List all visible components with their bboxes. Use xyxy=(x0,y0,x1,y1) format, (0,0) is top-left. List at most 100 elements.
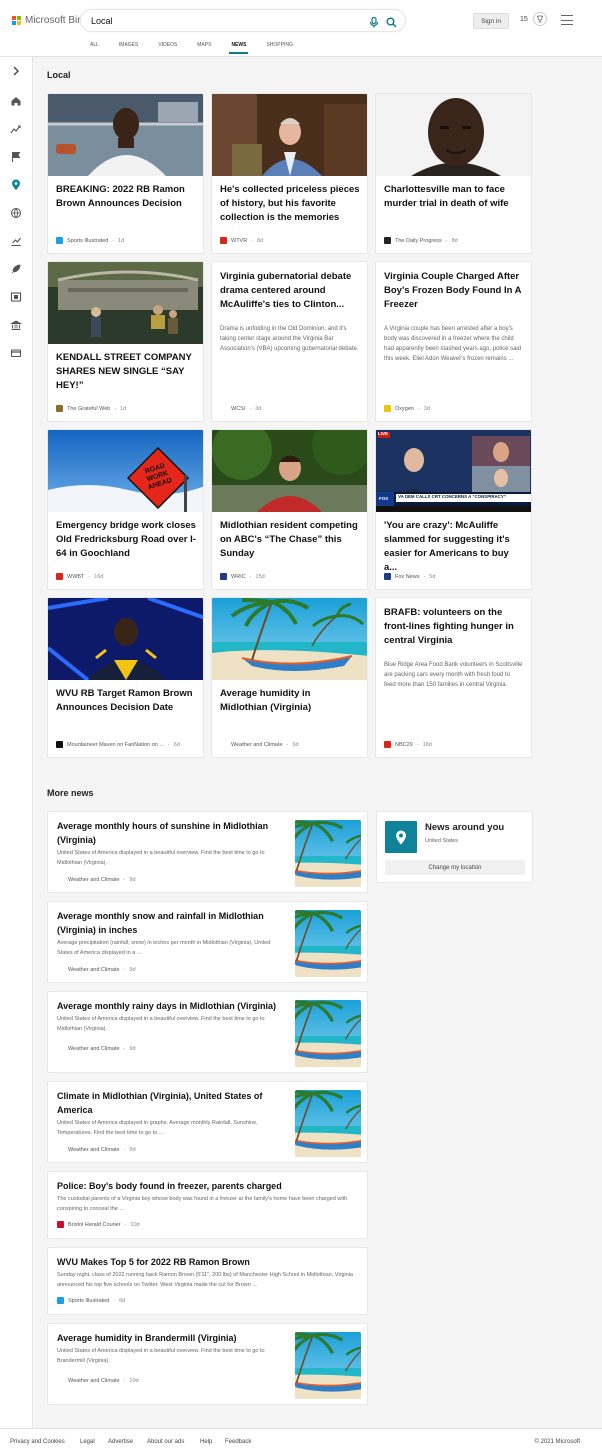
source-logo-icon xyxy=(220,573,227,580)
globe-icon[interactable] xyxy=(10,207,22,219)
chart-icon[interactable] xyxy=(10,235,22,247)
news-card-snippet: Drama is unfolding in the Old Dominion, … xyxy=(220,326,359,352)
bing-logo[interactable]: Microsoft Bing xyxy=(12,15,88,26)
news-card-title[interactable]: Charlottesville man to face murder trial… xyxy=(384,183,524,211)
news-card[interactable]: KENDALL STREET COMPANY SHARES NEW SINGLE… xyxy=(47,261,204,422)
more-news-title[interactable]: Average monthly hours of sunshine in Mid… xyxy=(57,820,287,847)
news-card-title[interactable]: Virginia gubernatorial debate drama cent… xyxy=(220,270,360,312)
news-card[interactable]: BREAKING: 2022 RB Ramon Brown Announces … xyxy=(47,93,204,254)
trophy-icon xyxy=(532,12,547,26)
more-news-item[interactable]: Police: Boy's body found in freezer, par… xyxy=(47,1171,368,1239)
search-icon[interactable] xyxy=(386,15,397,33)
location-icon[interactable] xyxy=(10,179,22,191)
source-name: Sports Illustrated xyxy=(67,237,109,244)
more-news-title[interactable]: Climate in Midlothian (Virginia), United… xyxy=(57,1090,287,1117)
top-bar: Microsoft Bing Sign in 15 ALL IMAGES VIDEO… xyxy=(0,0,602,57)
brand-name: Microsoft Bing xyxy=(25,15,89,26)
news-card-source: Fox News · 5d xyxy=(384,573,525,580)
more-news-title[interactable]: Average monthly rainy days in Midlothian… xyxy=(57,1000,287,1014)
news-card[interactable]: ROADWORKAHEAD Emergency bridge work close… xyxy=(47,429,204,590)
source-name: WTVR xyxy=(231,237,248,244)
building-icon[interactable] xyxy=(10,319,22,331)
news-card-snippet: A Virginia couple has been arrested afte… xyxy=(384,326,522,362)
news-card[interactable]: Average humidity in Midlothian (Virginia… xyxy=(211,597,368,758)
copyright: © 2021 Microsoft xyxy=(534,1439,580,1445)
rocket-icon[interactable] xyxy=(10,263,22,275)
trend-icon[interactable] xyxy=(10,123,22,135)
footer-link[interactable]: Feedback xyxy=(225,1439,251,1445)
news-card-title[interactable]: He's collected priceless pieces of histo… xyxy=(220,183,360,225)
news-card-title[interactable]: BREAKING: 2022 RB Ramon Brown Announces … xyxy=(56,183,196,211)
tab-news[interactable]: NEWS xyxy=(229,42,249,56)
news-card-title[interactable]: BRAFB: volunteers on the front-lines fig… xyxy=(384,606,524,648)
more-news-title[interactable]: Average monthly snow and rainfall in Mid… xyxy=(57,910,287,937)
tab-shopping[interactable]: SHOPPING xyxy=(266,42,292,56)
tab-all[interactable]: ALL xyxy=(90,42,99,56)
more-news-item[interactable]: Climate in Midlothian (Virginia), United… xyxy=(47,1081,368,1163)
news-card[interactable]: LIVE VA DEM CALLS CRT CONCERNS A “CONSPIR… xyxy=(375,429,532,590)
news-card-title[interactable]: Midlothian resident competing on ABC's “… xyxy=(220,519,360,561)
footer-link[interactable]: Legal xyxy=(80,1439,95,1445)
change-location-button[interactable]: Change my location xyxy=(385,860,525,875)
news-card-image xyxy=(212,598,367,680)
age: 9d xyxy=(129,1045,136,1052)
news-card[interactable]: Charlottesville man to face murder trial… xyxy=(375,93,532,254)
tab-maps[interactable]: MAPS xyxy=(197,42,211,56)
film-icon[interactable] xyxy=(10,291,22,303)
rewards-button[interactable]: 15 xyxy=(520,12,547,26)
flag-icon[interactable] xyxy=(10,151,22,163)
more-news-title[interactable]: Average humidity in Brandermill (Virgini… xyxy=(57,1332,287,1346)
news-card-title[interactable]: Emergency bridge work closes Old Fredric… xyxy=(56,519,196,561)
tab-videos[interactable]: VIDEOS xyxy=(158,42,177,56)
news-card-source: WRIC · 15d xyxy=(220,573,361,580)
news-card-title[interactable]: 'You are crazy': McAuliffe slammed for s… xyxy=(384,519,524,575)
microphone-icon[interactable] xyxy=(369,15,379,33)
more-news-item[interactable]: Average humidity in Brandermill (Virgini… xyxy=(47,1323,368,1405)
more-news-title[interactable]: Police: Boy's body found in freezer, par… xyxy=(57,1180,359,1194)
sign-in-button[interactable]: Sign in xyxy=(473,13,509,29)
footer-link[interactable]: Advertise xyxy=(108,1439,133,1445)
source-logo-icon xyxy=(57,966,64,973)
hamburger-menu-icon[interactable] xyxy=(561,15,573,25)
source-logo-icon xyxy=(57,1377,64,1384)
news-card[interactable]: WVU RB Target Ramon Brown Announces Deci… xyxy=(47,597,204,758)
tab-images[interactable]: IMAGES xyxy=(119,42,138,56)
news-card-title[interactable]: KENDALL STREET COMPANY SHARES NEW SINGLE… xyxy=(56,351,196,393)
search-input[interactable] xyxy=(91,14,351,28)
footer-link[interactable]: Help xyxy=(200,1439,212,1445)
more-news-source: Weather and Climate · 10d xyxy=(57,1377,139,1384)
more-news-thumbnail xyxy=(295,1332,361,1399)
news-card[interactable]: He's collected priceless pieces of histo… xyxy=(211,93,368,254)
news-around-subtitle: United States xyxy=(425,838,459,844)
footer-link[interactable]: Privacy and Cookies xyxy=(10,1439,65,1445)
card-icon[interactable] xyxy=(10,347,22,359)
source-name: Weather and Climate xyxy=(68,1045,120,1052)
search-box[interactable] xyxy=(80,9,406,32)
news-card[interactable]: BRAFB: volunteers on the front-lines fig… xyxy=(375,597,532,758)
age: 9d xyxy=(129,966,136,973)
more-news-thumbnail xyxy=(295,820,361,887)
news-card-image xyxy=(212,430,367,512)
more-news-item[interactable]: Average monthly snow and rainfall in Mid… xyxy=(47,901,368,983)
more-news-item[interactable]: WVU Makes Top 5 for 2022 RB Ramon Brown S… xyxy=(47,1247,368,1315)
home-icon[interactable] xyxy=(10,95,22,107)
news-card-title[interactable]: WVU RB Target Ramon Brown Announces Deci… xyxy=(56,687,196,715)
news-card-title[interactable]: Average humidity in Midlothian (Virginia… xyxy=(220,687,360,715)
age: 3d xyxy=(255,405,262,412)
more-news-item[interactable]: Average monthly rainy days in Midlothian… xyxy=(47,991,368,1073)
more-news-title[interactable]: WVU Makes Top 5 for 2022 RB Ramon Brown xyxy=(57,1256,359,1270)
expand-icon[interactable] xyxy=(10,65,22,77)
tv-banner-text: VA DEM CALLS CRT CONCERNS A “CONSPIRACY” xyxy=(398,494,506,499)
news-card-title[interactable]: Virginia Couple Charged After Boy's Froz… xyxy=(384,270,524,312)
source-name: WRIC xyxy=(231,573,246,580)
news-card-image xyxy=(212,94,367,176)
age: 1d xyxy=(118,237,125,244)
source-name: WCSI xyxy=(231,405,246,412)
news-card-source: NBC29 · 18d xyxy=(384,741,525,748)
news-card[interactable]: Virginia Couple Charged After Boy's Froz… xyxy=(375,261,532,422)
news-card[interactable]: Midlothian resident competing on ABC's “… xyxy=(211,429,368,590)
source-name: Weather and Climate xyxy=(68,1146,120,1153)
news-card[interactable]: Virginia gubernatorial debate drama cent… xyxy=(211,261,368,422)
footer-link[interactable]: About our ads xyxy=(147,1439,184,1445)
more-news-item[interactable]: Average monthly hours of sunshine in Mid… xyxy=(47,811,368,893)
